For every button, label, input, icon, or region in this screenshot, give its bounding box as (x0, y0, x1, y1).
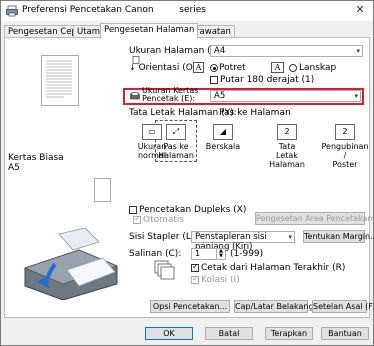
chevron-down-icon: ▾ (288, 233, 292, 241)
copies-range: (1-999) (230, 249, 264, 259)
page-preview-lines (46, 60, 72, 98)
rotate-180-label: Putar 180 derajat (1) (220, 75, 315, 85)
copies-stack-icon (154, 260, 175, 280)
copies-label: Salinan (C): (129, 249, 182, 259)
help-button[interactable]: Bantuan (321, 327, 369, 340)
printer-paper-icon (130, 92, 140, 100)
layout-page-layout[interactable]: 2 Tata Letak Halaman (267, 124, 307, 169)
paper-small-preview (94, 178, 111, 202)
reverse-order-checkbox[interactable] (191, 262, 199, 272)
stapling-side-select[interactable]: Penstapleran sisi panjang (Kiri) ▾ (191, 231, 295, 252)
collate-label: Kolasi (I) (201, 275, 240, 285)
portrait-radio[interactable] (210, 64, 218, 72)
stapling-side-label: Sisi Stapler (L): (129, 232, 198, 242)
chevron-down-icon: ▾ (356, 47, 360, 55)
orientation-label: ↓ Orientasi (O): (129, 63, 200, 73)
layout-fit-to-page[interactable]: ⤢ Pas ke Halaman (156, 124, 196, 160)
reverse-order-label: Cetak dari Halaman Terakhir (R) (201, 263, 346, 273)
paper-size-text: A5 (8, 163, 20, 173)
automatic-label: Otomatis (143, 215, 185, 225)
portrait-icon: A (193, 62, 204, 73)
page-size-select[interactable]: A4 ▾ (210, 45, 363, 57)
title-bar: Preferensi Pencetakan Canon series ✕ (1, 1, 373, 21)
print-options-button[interactable]: Opsi Pencetakan... (150, 300, 230, 313)
cancel-button[interactable]: Batal (205, 327, 253, 340)
printer-icon (6, 5, 18, 17)
scaled-icon: ◢ (213, 124, 233, 140)
apply-button[interactable]: Terapkan (265, 327, 313, 340)
specify-margin-button[interactable]: Tentukan Margin... (303, 230, 374, 243)
copies-input[interactable]: 1 ▲ ▼ (191, 248, 226, 260)
page-setup-panel: Kertas Biasa A5 Ukuran Halaman (Z): A4 ▾ … (4, 37, 374, 318)
printing-preferences-window: Preferensi Pencetakan Canon series ✕ Pen… (0, 0, 374, 346)
paper-type-text: Kertas Biasa (8, 153, 64, 163)
landscape-icon: A (271, 62, 284, 73)
landscape-label: Lanskap (299, 63, 337, 73)
tiling-poster-icon: 2 (335, 124, 355, 140)
portrait-label: Potret (219, 63, 246, 73)
landscape-radio[interactable] (289, 64, 297, 72)
duplex-label: Pencetakan Dupleks (X) (139, 205, 247, 215)
automatic-checkbox[interactable] (133, 214, 141, 224)
stamp-background-button[interactable]: Cap/Latar Belakang... (234, 300, 321, 313)
close-button[interactable]: ✕ (351, 2, 369, 18)
print-area-setup-button[interactable]: Pengesetan Area Pencetakan... (255, 212, 374, 225)
layout-scaled[interactable]: ◢ Berskala (203, 124, 243, 151)
ok-button[interactable]: OK (145, 327, 193, 340)
window-title: Preferensi Pencetakan Canon series (22, 5, 206, 15)
duplex-checkbox[interactable] (129, 206, 137, 214)
collate-checkbox[interactable] (191, 274, 199, 284)
spin-arrows-icon[interactable]: ▲ ▼ (216, 249, 225, 259)
chevron-down-icon: ▾ (354, 92, 358, 100)
fit-to-page-icon: ⤢ (166, 124, 186, 140)
printer-paper-size-label: Ukuran Kertas Pencetak (E): (142, 86, 199, 103)
tab-page-setup[interactable]: Pengesetan Halaman (100, 23, 199, 39)
defaults-button[interactable]: Setelan Asal (F) (312, 300, 374, 313)
layout-value: Pas ke Halaman (219, 108, 291, 118)
layout-tiling-poster[interactable]: 2 Pengubinan / Poster (320, 124, 370, 169)
page-preview (41, 55, 79, 106)
rotate-180-checkbox[interactable] (210, 76, 218, 84)
printer-paper-size-select[interactable]: A5 ▾ (210, 90, 361, 102)
tab-bar: Pengesetan Cepat Utama Pengesetan Halama… (4, 23, 370, 39)
printer-illustration (23, 228, 119, 300)
page-layout-icon: 2 (277, 124, 297, 140)
